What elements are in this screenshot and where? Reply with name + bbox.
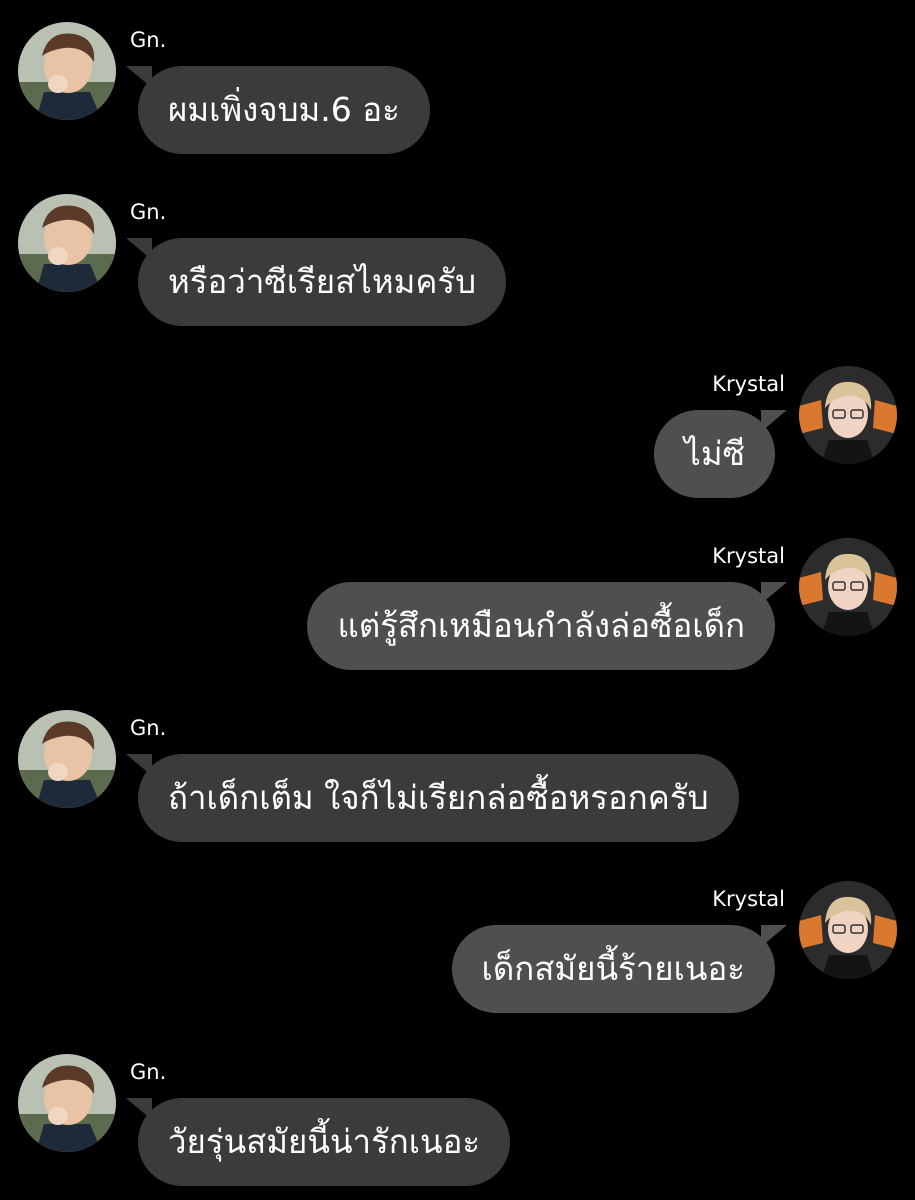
gn-avatar[interactable] [18, 1054, 116, 1152]
gn-avatar[interactable] [18, 22, 116, 120]
bubble-tail [126, 66, 152, 88]
sender-name: Gn. [130, 716, 167, 740]
bubble-tail [126, 754, 152, 776]
bubble-tail [761, 582, 787, 604]
message-bubble[interactable]: ไม่ซี [654, 410, 787, 498]
message-text: ผมเพิ่งจบม.6 อะ [168, 90, 400, 129]
bubble-tail [126, 238, 152, 260]
gn-avatar[interactable] [18, 710, 116, 808]
message-text: ไม่ซี [684, 434, 745, 473]
message-bubble[interactable]: ถ้าเด็กเต็ม ใจก็ไม่เรียกล่อซื้อหรอกครับ [126, 754, 739, 842]
krystal-avatar[interactable] [799, 538, 897, 636]
chat-thread: Gn. ผมเพิ่งจบม.6 อะ Gn. หรือว่าซีเรียสไห… [0, 0, 915, 1200]
person-photo-icon [18, 710, 116, 808]
person-photo-icon [18, 22, 116, 120]
person-photo-icon [18, 1054, 116, 1152]
sender-name: Gn. [130, 200, 167, 224]
sender-name: Krystal [712, 887, 785, 911]
message-text: วัยรุ่นสมัยนี้น่ารักเนอะ [168, 1122, 481, 1161]
person-photo-icon [799, 538, 897, 636]
gn-avatar[interactable] [18, 194, 116, 292]
sender-name: Krystal [712, 544, 785, 568]
bubble-tail [761, 410, 787, 432]
person-photo-icon [799, 366, 897, 464]
message-bubble[interactable]: ผมเพิ่งจบม.6 อะ [126, 66, 430, 154]
message-bubble[interactable]: เด็กสมัยนี้ร้ายเนอะ [451, 925, 787, 1013]
sender-name: Krystal [712, 372, 785, 396]
message-bubble[interactable]: วัยรุ่นสมัยนี้น่ารักเนอะ [126, 1098, 511, 1186]
message-bubble[interactable]: แต่รู้สึกเหมือนกำลังล่อซื้อเด็ก [307, 582, 787, 670]
person-photo-icon [18, 194, 116, 292]
krystal-avatar[interactable] [799, 366, 897, 464]
message-text: หรือว่าซีเรียสไหมครับ [168, 262, 477, 301]
krystal-avatar[interactable] [799, 881, 897, 979]
message-text: แต่รู้สึกเหมือนกำลังล่อซื้อเด็ก [337, 606, 745, 645]
bubble-tail [126, 1098, 152, 1120]
bubble-tail [761, 925, 787, 947]
message-bubble[interactable]: หรือว่าซีเรียสไหมครับ [126, 238, 507, 326]
sender-name: Gn. [130, 28, 167, 52]
sender-name: Gn. [130, 1060, 167, 1084]
message-text: ถ้าเด็กเต็ม ใจก็ไม่เรียกล่อซื้อหรอกครับ [168, 778, 709, 817]
person-photo-icon [799, 881, 897, 979]
message-text: เด็กสมัยนี้ร้ายเนอะ [481, 949, 745, 988]
